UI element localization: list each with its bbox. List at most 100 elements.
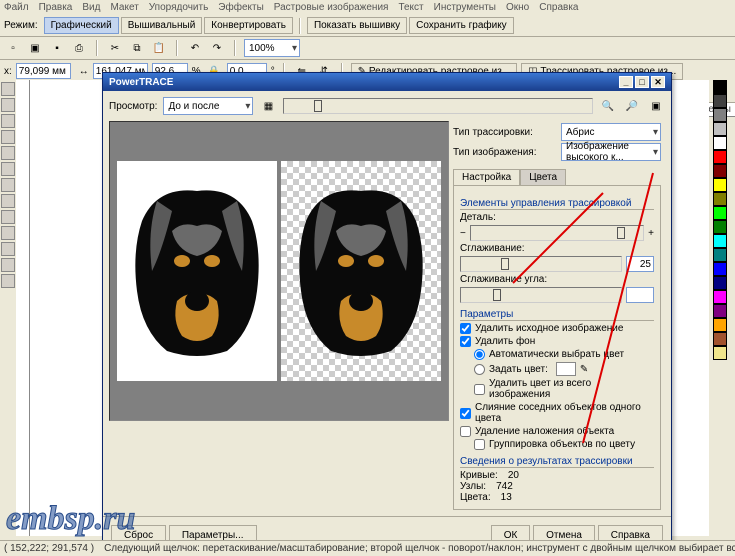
freehand-tool-icon[interactable] (1, 146, 15, 160)
fit-icon[interactable]: ▣ (647, 97, 665, 115)
palette-swatch[interactable] (713, 318, 727, 332)
palette-swatch[interactable] (713, 164, 727, 178)
menu-bitmap[interactable]: Растровые изображения (274, 2, 389, 13)
palette-swatch[interactable] (713, 94, 727, 108)
delete-whole-checkbox[interactable] (474, 384, 485, 395)
close-icon[interactable]: ✕ (651, 76, 665, 88)
polygon-tool-icon[interactable] (1, 194, 15, 208)
menu-text[interactable]: Текст (398, 2, 423, 13)
undo-icon[interactable]: ↶ (186, 39, 204, 57)
standard-toolbar: ▫ ▣ ▪ ⎙ ✂ ⧉ 📋 ↶ ↷ 100% (0, 37, 735, 60)
tab-settings[interactable]: Настройка (453, 169, 520, 185)
menu-effects[interactable]: Эффекты (218, 2, 263, 13)
image-type-dropdown[interactable]: Изображение высокого к... (561, 143, 661, 161)
menu-edit[interactable]: Правка (39, 2, 73, 13)
x-input[interactable] (16, 63, 71, 79)
color-swatch[interactable] (556, 362, 576, 376)
detail-slider[interactable] (470, 225, 644, 241)
palette-swatch[interactable] (713, 276, 727, 290)
menu-window[interactable]: Окно (506, 2, 529, 13)
smooth-input[interactable] (626, 256, 654, 272)
palette-swatch[interactable] (713, 122, 727, 136)
outline-tool-icon[interactable] (1, 258, 15, 272)
menu-file[interactable]: Файл (4, 2, 29, 13)
delete-overlap-checkbox[interactable] (460, 426, 471, 437)
menu-layout[interactable]: Макет (110, 2, 138, 13)
dialog-titlebar[interactable]: PowerTRACE _ □ ✕ (103, 73, 671, 91)
maximize-icon[interactable]: □ (635, 76, 649, 88)
delete-source-checkbox[interactable] (460, 323, 471, 334)
corner-label: Сглаживание угла: (460, 274, 654, 285)
minimize-icon[interactable]: _ (619, 76, 633, 88)
menu-help[interactable]: Справка (539, 2, 578, 13)
palette-swatch[interactable] (713, 234, 727, 248)
palette-swatch[interactable] (713, 108, 727, 122)
palette-swatch[interactable] (713, 304, 727, 318)
palette-swatch[interactable] (713, 80, 727, 94)
corner-slider[interactable] (460, 287, 622, 303)
copy-icon[interactable]: ⧉ (128, 39, 146, 57)
fill-tool-icon[interactable] (1, 274, 15, 288)
text-tool-icon[interactable] (1, 210, 15, 224)
delete-source-label: Удалить исходное изображение (475, 323, 623, 334)
transparency-icon[interactable]: ▦ (259, 97, 277, 115)
open-icon[interactable]: ▣ (26, 39, 44, 57)
delete-whole-label: Удалить цвет из всего изображения (489, 378, 654, 400)
shape-tool-icon[interactable] (1, 98, 15, 112)
status-pos: ( 152,222; 291,574 ) (4, 543, 94, 554)
save-graphic[interactable]: Сохранить графику (409, 17, 514, 34)
menu-arrange[interactable]: Упорядочить (149, 2, 209, 13)
zoom-dropdown[interactable]: 100% (244, 39, 300, 57)
preview-mode-dropdown[interactable]: До и после (163, 97, 253, 115)
new-icon[interactable]: ▫ (4, 39, 22, 57)
save-icon[interactable]: ▪ (48, 39, 66, 57)
eyedropper-tool-icon[interactable] (1, 242, 15, 256)
palette-swatch[interactable] (713, 262, 727, 276)
cut-icon[interactable]: ✂ (106, 39, 124, 57)
menubar: Файл Правка Вид Макет Упорядочить Эффект… (0, 0, 735, 15)
redo-icon[interactable]: ↷ (208, 39, 226, 57)
menu-tools[interactable]: Инструменты (434, 2, 496, 13)
eyedropper-icon[interactable]: ✎ (580, 364, 588, 375)
pick-tool-icon[interactable] (1, 82, 15, 96)
trace-type-dropdown[interactable]: Абрис (561, 123, 661, 141)
group-by-color-checkbox[interactable] (474, 439, 485, 450)
minus-icon[interactable]: − (460, 228, 466, 239)
palette-swatch[interactable] (713, 150, 727, 164)
palette-swatch[interactable] (713, 136, 727, 150)
preview-after (281, 161, 441, 381)
transparency-slider[interactable] (283, 98, 593, 114)
show-embroidery[interactable]: Показать вышивку (307, 17, 407, 34)
palette-swatch[interactable] (713, 346, 727, 360)
tab-colors[interactable]: Цвета (520, 169, 566, 185)
rectangle-tool-icon[interactable] (1, 162, 15, 176)
mode-embroidery[interactable]: Вышивальный (121, 17, 203, 34)
set-color-radio[interactable] (474, 364, 485, 375)
palette-swatch[interactable] (713, 192, 727, 206)
mode-convert[interactable]: Конвертировать (204, 17, 293, 34)
zoom-out-icon[interactable]: 🔎 (623, 97, 641, 115)
auto-color-radio[interactable] (474, 349, 485, 360)
print-icon[interactable]: ⎙ (70, 39, 88, 57)
crop-tool-icon[interactable] (1, 114, 15, 128)
zoom-tool-icon[interactable] (1, 130, 15, 144)
palette-swatch[interactable] (713, 206, 727, 220)
delete-bg-checkbox[interactable] (460, 336, 471, 347)
smooth-slider[interactable] (460, 256, 622, 272)
palette-swatch[interactable] (713, 332, 727, 346)
menu-view[interactable]: Вид (82, 2, 100, 13)
color-palette (713, 80, 729, 360)
corner-input[interactable] (626, 287, 654, 303)
interactive-tool-icon[interactable] (1, 226, 15, 240)
palette-swatch[interactable] (713, 248, 727, 262)
mode-graphic[interactable]: Графический (44, 17, 119, 34)
merge-adjacent-checkbox[interactable] (460, 408, 471, 419)
trace-controls-title: Элементы управления трассировкой (460, 198, 654, 210)
ellipse-tool-icon[interactable] (1, 178, 15, 192)
palette-swatch[interactable] (713, 220, 727, 234)
zoom-in-icon[interactable]: 🔍 (599, 97, 617, 115)
palette-swatch[interactable] (713, 290, 727, 304)
plus-icon[interactable]: + (648, 228, 654, 239)
paste-icon[interactable]: 📋 (150, 39, 168, 57)
palette-swatch[interactable] (713, 178, 727, 192)
